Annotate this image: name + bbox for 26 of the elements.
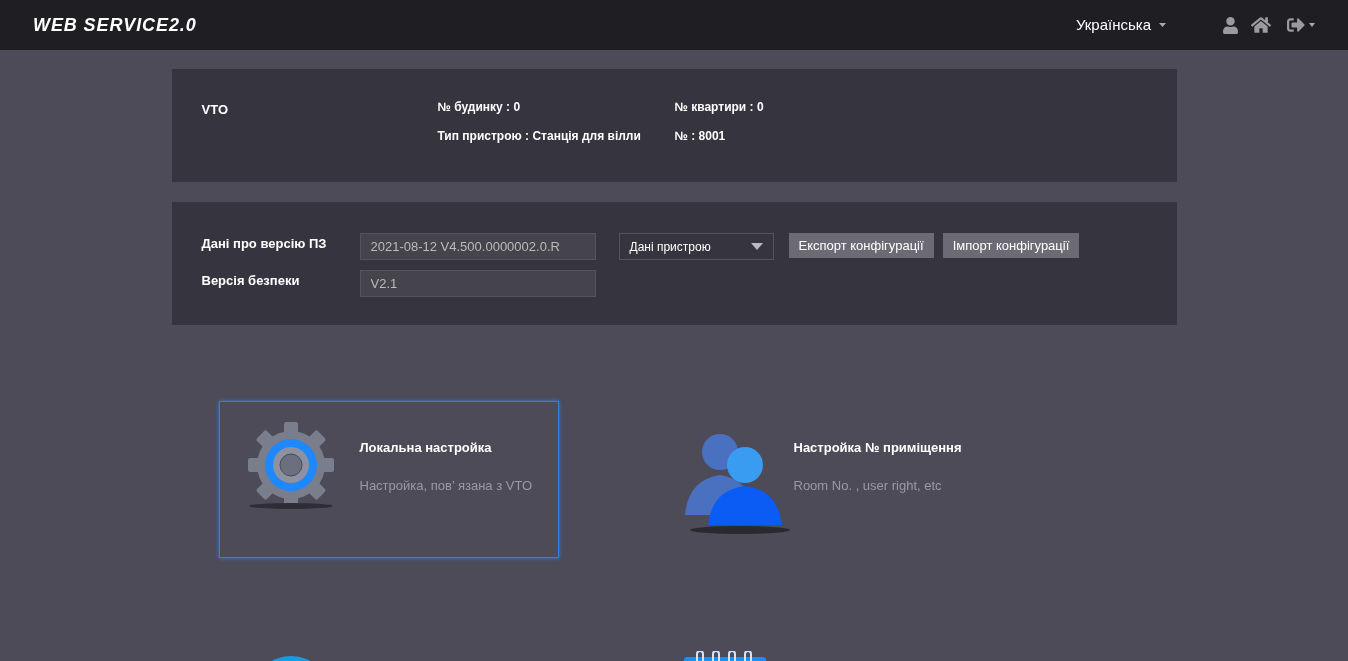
- config-button[interactable]: Імпорт конфігурації: [942, 233, 1080, 258]
- config-button[interactable]: Експорт конфігурації: [788, 233, 934, 258]
- home-icon[interactable]: [1251, 15, 1271, 35]
- device-data-dropdown[interactable]: Дані пристрою: [618, 233, 774, 260]
- info-field: № квартири : 0: [674, 98, 772, 116]
- tile-description: Room No. , user right, etc: [793, 476, 943, 495]
- device-name: VTO: [201, 101, 229, 119]
- settings-tile[interactable]: Локальна настройка Настройка, пов’ язана з VTO: [218, 401, 559, 558]
- info-field: Тип пристрою : Станція для вілли: [437, 127, 675, 145]
- field-label: Дані про версію ПЗ: [201, 235, 328, 253]
- tile-title: Настройка № приміщення: [793, 439, 962, 457]
- caret-icon: [750, 243, 763, 250]
- tile-title: Локальна настройка: [359, 439, 493, 457]
- logo: WEB SERVICE2.0: [33, 13, 197, 37]
- info-field: № будинку : 0: [437, 98, 675, 116]
- user-icon[interactable]: [1222, 16, 1239, 34]
- logout-icon[interactable]: [1287, 16, 1305, 34]
- caret-icon: [1309, 23, 1315, 27]
- version-field[interactable]: 2021-08-12 V4.500.0000002.0.R: [359, 233, 596, 260]
- caret-icon: [1159, 23, 1166, 27]
- tile-description: Настройка, пов’ язана з VTO: [359, 476, 533, 495]
- version-field[interactable]: V2.1: [359, 270, 596, 297]
- field-label: Версія безпеки: [201, 272, 301, 290]
- settings-tile[interactable]: Настройка № приміщення Room No. , user right, etc: [652, 401, 993, 558]
- language-dropdown[interactable]: Українська: [1075, 13, 1166, 37]
- info-field: № : 8001: [674, 127, 772, 145]
